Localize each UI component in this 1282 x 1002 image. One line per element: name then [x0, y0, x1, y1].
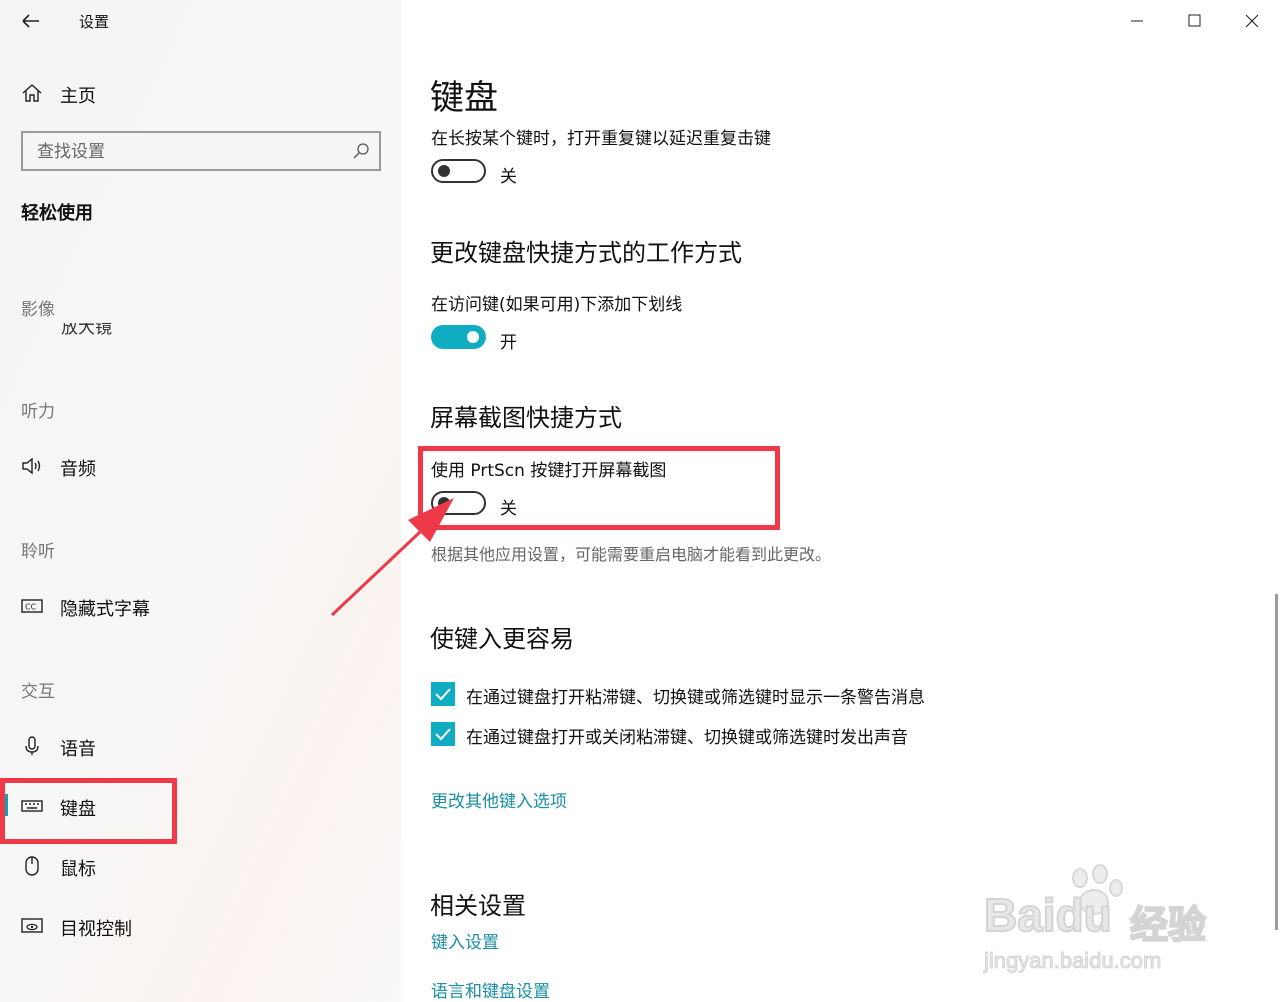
- microphone-icon: [25, 736, 39, 755]
- sidebar-item-eye-control[interactable]: 目视控制: [0, 906, 360, 946]
- annotation-box-keyboard: [0, 778, 177, 844]
- sidebar-item-label: 放大镜: [61, 323, 112, 335]
- minimize-icon: [1131, 20, 1143, 22]
- warning-message-label: 在通过键盘打开粘滞键、切换键或筛选键时显示一条警告消息: [466, 688, 925, 708]
- eye-control-icon: [21, 918, 43, 933]
- sound-label: 在通过键盘打开或关闭粘滞键、切换键或筛选键时发出声音: [466, 728, 908, 748]
- sidebar-item-label: 目视控制: [60, 919, 132, 940]
- checkmark-icon: [435, 728, 451, 741]
- svg-text:CC: CC: [25, 603, 37, 612]
- minimize-button[interactable]: [1109, 0, 1165, 40]
- sidebar-item-captions[interactable]: CC 隐藏式字幕: [0, 586, 360, 626]
- other-typing-options-link[interactable]: 更改其他键入选项: [431, 787, 567, 812]
- shortcuts-heading: 更改键盘快捷方式的工作方式: [430, 239, 742, 267]
- sidebar-item-label: 鼠标: [60, 859, 96, 880]
- annotation-arrow-icon: [330, 498, 454, 617]
- watermark-url: jingyan.baidu.com: [983, 948, 1162, 974]
- typing-settings-link[interactable]: 键入设置: [431, 928, 499, 953]
- speaker-icon: [22, 457, 41, 475]
- page-title: 键盘: [430, 78, 498, 118]
- repeat-keys-label: 在长按某个键时，打开重复键以延迟重复击键: [431, 129, 771, 149]
- annotation-box-printscreen: [418, 446, 780, 530]
- underline-access-keys-label: 在访问键(如果可用)下添加下划线: [431, 295, 683, 315]
- watermark-brand-cn: 经验: [1129, 904, 1207, 948]
- back-button[interactable]: [14, 6, 48, 36]
- sidebar-item-label: 语音: [60, 739, 96, 760]
- easier-typing-heading: 使键入更容易: [430, 625, 574, 653]
- printscreen-heading: 屏幕截图快捷方式: [430, 404, 622, 432]
- window-title: 设置: [79, 13, 110, 31]
- search-input[interactable]: [37, 140, 337, 164]
- sidebar-item-home[interactable]: 主页: [0, 73, 360, 113]
- section-listening: 聆听: [21, 542, 55, 562]
- underline-access-keys-state: 开: [500, 333, 517, 353]
- sidebar-item-audio[interactable]: 音频: [0, 446, 360, 486]
- repeat-keys-toggle[interactable]: [431, 159, 486, 183]
- checkmark-icon: [435, 688, 451, 701]
- section-interaction: 交互: [21, 682, 55, 702]
- printscreen-hint: 根据其他应用设置，可能需要重启电脑才能看到此更改。: [431, 545, 832, 564]
- sidebar-item-speech[interactable]: 语音: [0, 726, 360, 766]
- section-vision: 影像: [21, 300, 55, 320]
- toggle-knob: [438, 165, 450, 177]
- mouse-icon: [25, 856, 39, 876]
- sound-checkbox[interactable]: [431, 722, 455, 746]
- scrollbar[interactable]: [1275, 594, 1278, 930]
- category-title: 轻松使用: [21, 203, 93, 224]
- baidu-watermark: Baidu 经验 jingyan.baidu.com: [980, 860, 1220, 980]
- closed-caption-icon: CC: [21, 599, 43, 613]
- underline-access-keys-toggle[interactable]: [431, 325, 486, 349]
- maximize-icon: [1188, 14, 1201, 27]
- back-arrow-icon: [22, 14, 39, 28]
- sidebar-item-label: 隐藏式字幕: [60, 599, 150, 620]
- home-icon: [22, 84, 42, 102]
- watermark-brand: Baidu: [983, 888, 1113, 942]
- close-icon: [1245, 14, 1259, 28]
- maximize-button[interactable]: [1166, 0, 1222, 40]
- sidebar-item-label: 主页: [60, 86, 96, 107]
- close-button[interactable]: [1224, 0, 1280, 40]
- search-box[interactable]: [21, 131, 381, 171]
- section-hearing: 听力: [21, 402, 55, 422]
- sidebar-item-mouse[interactable]: 鼠标: [0, 846, 360, 886]
- sidebar-item-label: 音频: [60, 459, 96, 480]
- repeat-keys-state: 关: [500, 167, 517, 187]
- toggle-knob: [467, 331, 479, 343]
- related-settings-heading: 相关设置: [430, 892, 526, 920]
- language-keyboard-settings-link[interactable]: 语言和键盘设置: [431, 977, 550, 1002]
- sidebar-item-magnifier[interactable]: 放大镜: [21, 323, 141, 335]
- warning-message-checkbox[interactable]: [431, 682, 455, 706]
- search-icon[interactable]: [351, 141, 371, 161]
